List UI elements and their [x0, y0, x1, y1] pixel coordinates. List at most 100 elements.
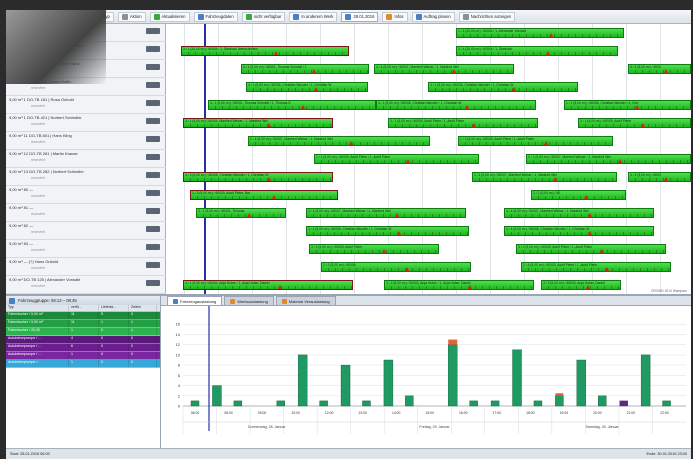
group-row[interactable]: Fahrmischer / 9,00 m³ 11 5 3: [6, 312, 160, 320]
driver-row[interactable]: 9,00 m³ 80 — reserviert: [6, 186, 166, 204]
order-bar[interactable]: 3 / 4 (20,00 m³) / 60004 / 1, Starbuck: [456, 46, 618, 56]
timeline[interactable]: CROWN 2014 Wamparn 2 / 4 (20,00 m³) / 60…: [166, 24, 691, 294]
order-bar[interactable]: 4 / 1 (9,00 m³) / 60006, Christian Wunde…: [246, 82, 368, 92]
toolbar-vehicle-data-button[interactable]: Fahrzeugdaten: [193, 11, 238, 22]
order-bar[interactable]: 2 / 1 (9,00 m³) / 60007, Manfred Weiser …: [526, 154, 691, 164]
group-cell: Autobetonpumpe / ...: [6, 336, 69, 343]
delivery-marker-icon: [544, 141, 548, 145]
delivery-marker-icon: [641, 123, 645, 127]
truck-icon: [146, 100, 160, 106]
group-row[interactable]: Autobetonpumpe / ... 6 0 0: [6, 344, 160, 352]
x-tick-label: 20:00: [593, 411, 602, 415]
order-bar[interactable]: 3 / 1 (20,00 m³) / 60004 / 1, Starbuck ü…: [181, 46, 349, 56]
order-bar[interactable]: 3 / 1 (9,00 m³) / 60001, Thomas: [196, 208, 286, 218]
toolbar-truck-button[interactable]: Fahrzeugtyp: [74, 11, 114, 22]
order-bar[interactable]: 4 / 4 (9,00 m³) / 60007, Manfred Weiser …: [504, 208, 654, 218]
order-bar[interactable]: 6 / 4 (9,00 m³) / 6000: [628, 64, 691, 74]
driver-status: reserviert: [31, 122, 46, 126]
order-bar[interactable]: 2 / 4 (9,00 m³) / 60009, Adolf Pieler / …: [521, 262, 671, 272]
order-bar-ticks: [191, 196, 337, 199]
toolbar-factory-select[interactable]: Werk: 1 - Alt Nordringen: [10, 11, 71, 22]
driver-row[interactable]: 9,00 m³ 1 DO-TB 183 | Anna Hollin reservi…: [6, 78, 166, 96]
order-bar[interactable]: 4 / 3 (9,00 m³) / 60006, Christian Wunde…: [183, 172, 333, 182]
toolbar-message-button[interactable]: Nachrichten anzeigen: [458, 11, 516, 22]
driver-row[interactable]: 9,00 m³ DO-TB 125 | Alexander Vorwahl res…: [6, 276, 166, 294]
order-bar[interactable]: 4 / 4 (9,00 m³) / 60006, Christian Wunde…: [504, 226, 654, 236]
toolbar-unavailable-button[interactable]: nicht verfügbar: [241, 11, 286, 22]
toolbar-other-plant-button[interactable]: In anderem Werk: [289, 11, 338, 22]
group-header-cell[interactable]: verfü...: [69, 305, 99, 311]
group-row[interactable]: Fahrmischer / 20,00 1 0 1: [6, 328, 160, 336]
order-bar[interactable]: 2 / 4 (9,00 m³) / 60007, Manfred Weiser …: [248, 136, 430, 146]
driver-status: reserviert: [31, 194, 46, 198]
order-bar[interactable]: 3 / 1 (9,00 m³) / 60004, Manfred Weiser …: [183, 118, 333, 128]
group-header-cell[interactable]: Typ: [6, 305, 69, 311]
group-cell: 1: [69, 360, 99, 367]
order-bar-ticks: [209, 106, 375, 109]
driver-row[interactable]: 9,00 m³ 1 DO-TB 181 | Rosa Onbold reservi…: [6, 96, 166, 114]
order-bar[interactable]: 3 / 2 (9,00 m³) / 60003, Anja Huber / 1,…: [384, 280, 534, 290]
order-bar[interactable]: 3 / 1 (9,00 m³) / 60009, Adolf Pieler: [578, 118, 691, 128]
tab-material-verauslastung[interactable]: Material Verauslastung: [275, 296, 336, 305]
action-icon: [121, 13, 128, 20]
order-bar[interactable]: 3 / 2 (9,00 m³) / 60009, Adolf Pieler / …: [516, 244, 666, 254]
order-bar-ticks: [505, 214, 653, 217]
tab-fahrzeugauslastung[interactable]: Fahrzeugauslastung: [167, 296, 223, 305]
order-bar[interactable]: 2 / 4 (20,00 m³) / 60004 / 1, Alexander …: [456, 28, 624, 38]
driver-row[interactable]: 9,00 m³ 83 — reserviert: [6, 240, 166, 258]
order-bar[interactable]: 2 / 4 (9,00 m³) / 60007, Manfred Weiser …: [472, 172, 617, 182]
group-header-cell[interactable]: Lieferta...: [99, 305, 129, 311]
driver-row[interactable]: 9,00 m³ 81 — reserviert: [6, 204, 166, 222]
group-cell: Fahrmischer / 20,00: [6, 328, 69, 335]
driver-name: 9,00 m³ 13 DO-TB 282 | Norbert Schindler: [9, 169, 84, 174]
order-bar[interactable]: 4 / 4 (9,00 m³) / 6000: [628, 172, 691, 182]
order-bar[interactable]: 3 / 2 (9,00 m³) / 60: [531, 190, 626, 200]
order-bar[interactable]: 4 / 1 (9,00 m³) / 60006, Christian Wunde…: [428, 82, 578, 92]
toolbar-calendar-select[interactable]: 28.01.2016: [341, 11, 379, 22]
order-bar[interactable]: 1 / 1 (9,00 m³) / 60009, Adolf Pieler / …: [314, 154, 479, 164]
order-bar[interactable]: 3 / 3 (9,00 m³) / 60003, Anja Huber, Dan…: [541, 280, 621, 290]
driver-row[interactable]: 9,00 m³ 12 DO-TB 281 | Martin Krause rese…: [6, 150, 166, 168]
order-bar[interactable]: 4 / 4 (9,00 m³) / 60007, Manfred Weiser …: [306, 208, 466, 218]
order-bar[interactable]: 3 / 3 (9,00 m³) / 60009, Adolf Pieler, B…: [190, 190, 338, 200]
delivery-marker-icon: [553, 177, 557, 181]
driver-row[interactable]: 20,00 m³ 1 DO-TB 701 | Elena Luxemeier re…: [6, 42, 166, 60]
order-bar[interactable]: 1 / 1 (9,00 m³) / 60006, Christian Wunde…: [564, 100, 691, 110]
utilization-bar: [555, 395, 564, 407]
group-header-cell[interactable]: Zeiten: [129, 305, 157, 311]
order-bar[interactable]: 3 / 4 (9,00 m³) / 60006, Christian Wunde…: [306, 226, 469, 236]
driver-row[interactable]: 20,00 m³ 1 DO-TB 236 | Alexander Vorwahl…: [6, 24, 166, 42]
order-bar[interactable]: 3 / 3 (9,00 m³) / 60009, Adolf Pieler: [309, 244, 439, 254]
order-bar[interactable]: 4 / 1 (9,00 m³) / 60006, Christian Wunde…: [376, 100, 536, 110]
driver-row[interactable]: 9,00 m³ 1 DO-TB 421 | Norbert Schindler r…: [6, 114, 166, 132]
order-bar[interactable]: 3 / 1 (9,00 m³) / 60009, Adolf Pieler / …: [388, 118, 538, 128]
toolbar-action-button[interactable]: Aktion: [117, 11, 146, 22]
driver-row[interactable]: 9,00 m³ 1 DO-TB 743 | Karl-Hans Franz res…: [6, 60, 166, 78]
order-bar[interactable]: 4 / 4 (9,00 m³) / 60007, Manfred Weiser …: [374, 64, 514, 74]
order-bar[interactable]: 2 / 2 (9,00 m³) / 60006: [321, 262, 471, 272]
chart-tabs: Fahrzeugauslastung Werksauslastung Materia…: [161, 296, 691, 306]
toolbar-refresh-button[interactable]: Aktualisieren: [149, 11, 190, 22]
group-row[interactable]: Autobetonpumpe / ... 4 0 0: [6, 336, 160, 344]
toolbar-plan-button[interactable]: Auftrag planen: [411, 11, 455, 22]
driver-row[interactable]: 9,00 m³ 13 DO-TB 282 | Norbert Schindler…: [6, 168, 166, 186]
tab-werksauslastung[interactable]: Werksauslastung: [224, 296, 274, 305]
order-bar[interactable]: 5 / 4 (9,00 m³) / 60001, Thomas Schmidt …: [241, 64, 369, 74]
driver-row[interactable]: 9,00 m³ — (?) Hans Onbold reserviert: [6, 258, 166, 276]
driver-row[interactable]: 9,00 m³ 82 — reserviert: [6, 222, 166, 240]
delivery-marker-icon: [405, 267, 409, 271]
monitor-frame: Werk: 1 - Alt Nordringen Fahrzeugtyp Aktio…: [0, 0, 693, 459]
group-row[interactable]: Fahrmischer / 9,00 m³ 11 1 1: [6, 320, 160, 328]
driver-name: 20,00 m³ 1 DO-TB 236 | Alexander Vorwahl: [9, 25, 86, 30]
driver-row[interactable]: 9,00 m³ 11 DO-TB 801 | Hans Kling reservi…: [6, 132, 166, 150]
order-bar[interactable]: 4 / 1 (9,00 m³) / 60001, Thomas Schmidt …: [208, 100, 376, 110]
toolbar-info-button[interactable]: Infos: [382, 11, 408, 22]
group-row[interactable]: Autobetonpumpe / ... 1 0 0: [6, 352, 160, 360]
order-bar-ticks: [307, 214, 465, 217]
truck-icon: [146, 172, 160, 178]
order-bar[interactable]: 4 / 1 (9,00 m³) / 60004, Anja Huber / 1,…: [183, 280, 353, 290]
delivery-marker-icon: [586, 285, 590, 289]
truck-icon: [146, 208, 160, 214]
order-bar[interactable]: 1 / 3 (9,00 m³) / 60009, Adolf Pieler / …: [458, 136, 613, 146]
group-row[interactable]: Autobetonpumpe / ... 1 0 0: [6, 360, 160, 368]
